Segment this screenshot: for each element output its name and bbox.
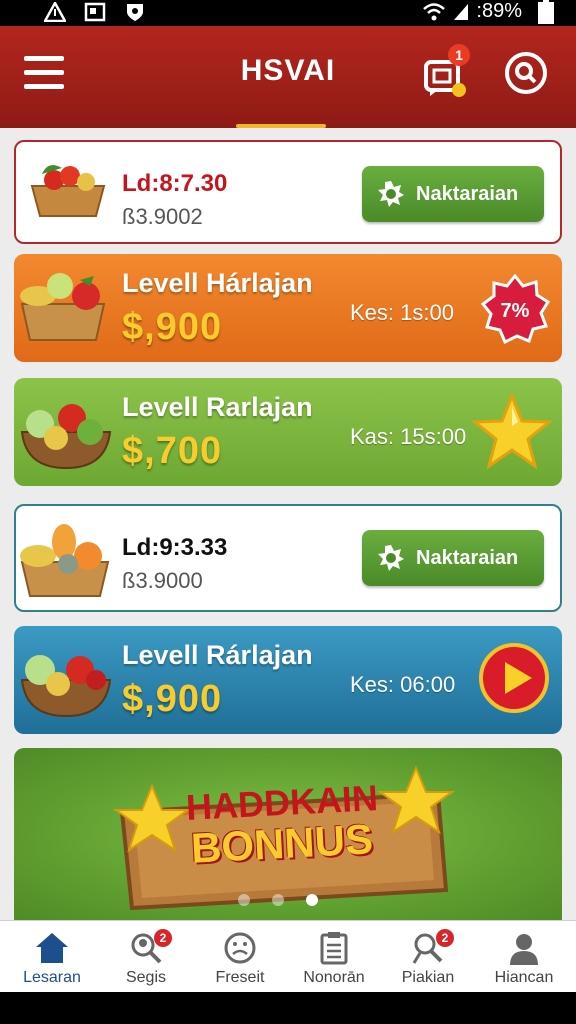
card-sub-value: ß3.9000: [122, 568, 203, 593]
screenshot-icon: [84, 2, 106, 22]
nav-item-nonoran[interactable]: Nonorān: [286, 921, 382, 993]
button-label: Naktaraian: [416, 182, 519, 205]
shield-icon: [127, 4, 143, 21]
nav-label: Segis: [125, 969, 167, 986]
person-icon: [510, 934, 538, 965]
level-title: Levell Rárlajan: [122, 640, 313, 670]
nav-label: Hiancan: [494, 969, 554, 986]
smiley-icon: [224, 932, 256, 964]
nav-label: Lesaran: [23, 969, 81, 986]
nav-badge: 2: [154, 929, 172, 947]
vegetable-basket-icon: [20, 404, 112, 470]
naktaraian-button[interactable]: Naktaraian: [362, 166, 544, 222]
gear-badge-icon: [378, 181, 404, 207]
nav-badge: 2: [436, 929, 454, 947]
level-time: Kas: 15s:00: [350, 424, 467, 449]
clipboard-icon: [320, 932, 348, 965]
vegetable-basket-icon: [20, 655, 112, 718]
level-title: Levell Rarlajan: [122, 392, 313, 422]
nav-item-lesaran[interactable]: Lesaran: [4, 921, 100, 993]
level-list: Ld:8:7.30 ß3.9002 Naktaraian Levell Hárl…: [0, 128, 576, 920]
level-amount: $,900: [122, 678, 223, 720]
nav-item-hiancan[interactable]: Hiancan: [476, 921, 572, 993]
signal-icon: [454, 3, 469, 20]
status-bar: :89%: [0, 0, 576, 26]
wifi-icon: [423, 2, 446, 20]
bottom-nav: Lesaran 2 Segis Freseit Nonorān 2 Piakia…: [0, 920, 576, 992]
carousel-dot[interactable]: [272, 894, 284, 906]
level-card[interactable]: Levell Rarlajan $,700 Kas: 15s:00: [14, 378, 562, 486]
home-icon: [36, 933, 68, 963]
carousel-dot-active[interactable]: [306, 894, 318, 906]
naktaraian-button[interactable]: Naktaraian: [362, 530, 544, 586]
system-nav-bar: [0, 992, 576, 1024]
app-bar: HSVAI 1: [0, 26, 576, 128]
level-amount: $,900: [122, 306, 223, 348]
play-icon[interactable]: [478, 642, 550, 714]
level-time: Kes: 06:00: [350, 672, 456, 697]
discount-badge-icon[interactable]: 7%: [480, 274, 550, 344]
level-card[interactable]: Levell Hárlajan $,900 Kes: 1s:00 7%: [14, 254, 562, 362]
level-title: Levell Hárlajan: [122, 268, 313, 298]
carousel-dots: [238, 894, 318, 906]
level-amount: $,700: [122, 430, 223, 472]
fruit-basket-icon: [20, 524, 110, 597]
warning-icon: [44, 2, 66, 22]
nav-label: Nonorān: [303, 969, 365, 986]
button-label: Naktaraian: [416, 546, 519, 569]
star-icon[interactable]: [472, 392, 552, 472]
page-title: HSVAI: [240, 54, 336, 87]
level-card[interactable]: Levell Rárlajan $,900 Kes: 06:00: [14, 626, 562, 734]
nav-item-freseit[interactable]: Freseit: [192, 921, 288, 993]
fruit-basket-icon: [20, 273, 106, 341]
search-icon[interactable]: [503, 50, 549, 96]
battery-percent: :89%: [476, 0, 522, 22]
battery-icon: [538, 0, 554, 24]
card-price: Ld:8:7.30: [122, 170, 228, 197]
notification-badge: 1: [448, 44, 470, 66]
level-time: Kes: 1s:00: [350, 300, 454, 325]
gear-badge-icon: [378, 545, 404, 571]
card-price: Ld:9:3.33: [122, 534, 228, 561]
level-card[interactable]: Ld:9:3.33 ß3.9000 Naktaraian: [14, 504, 562, 612]
nav-item-segis[interactable]: 2 Segis: [98, 921, 194, 993]
carousel-dot[interactable]: [238, 894, 250, 906]
notification-dot: [452, 83, 466, 97]
level-card[interactable]: Ld:8:7.30 ß3.9002 Naktaraian: [14, 140, 562, 244]
discount-text: 7%: [501, 300, 530, 322]
fruit-basket-icon: [30, 165, 106, 217]
nav-label: Freseit: [215, 969, 265, 986]
nav-label: Piakian: [401, 969, 455, 986]
nav-item-piakian[interactable]: 2 Piakian: [380, 921, 476, 993]
card-sub-value: ß3.9002: [122, 204, 203, 229]
